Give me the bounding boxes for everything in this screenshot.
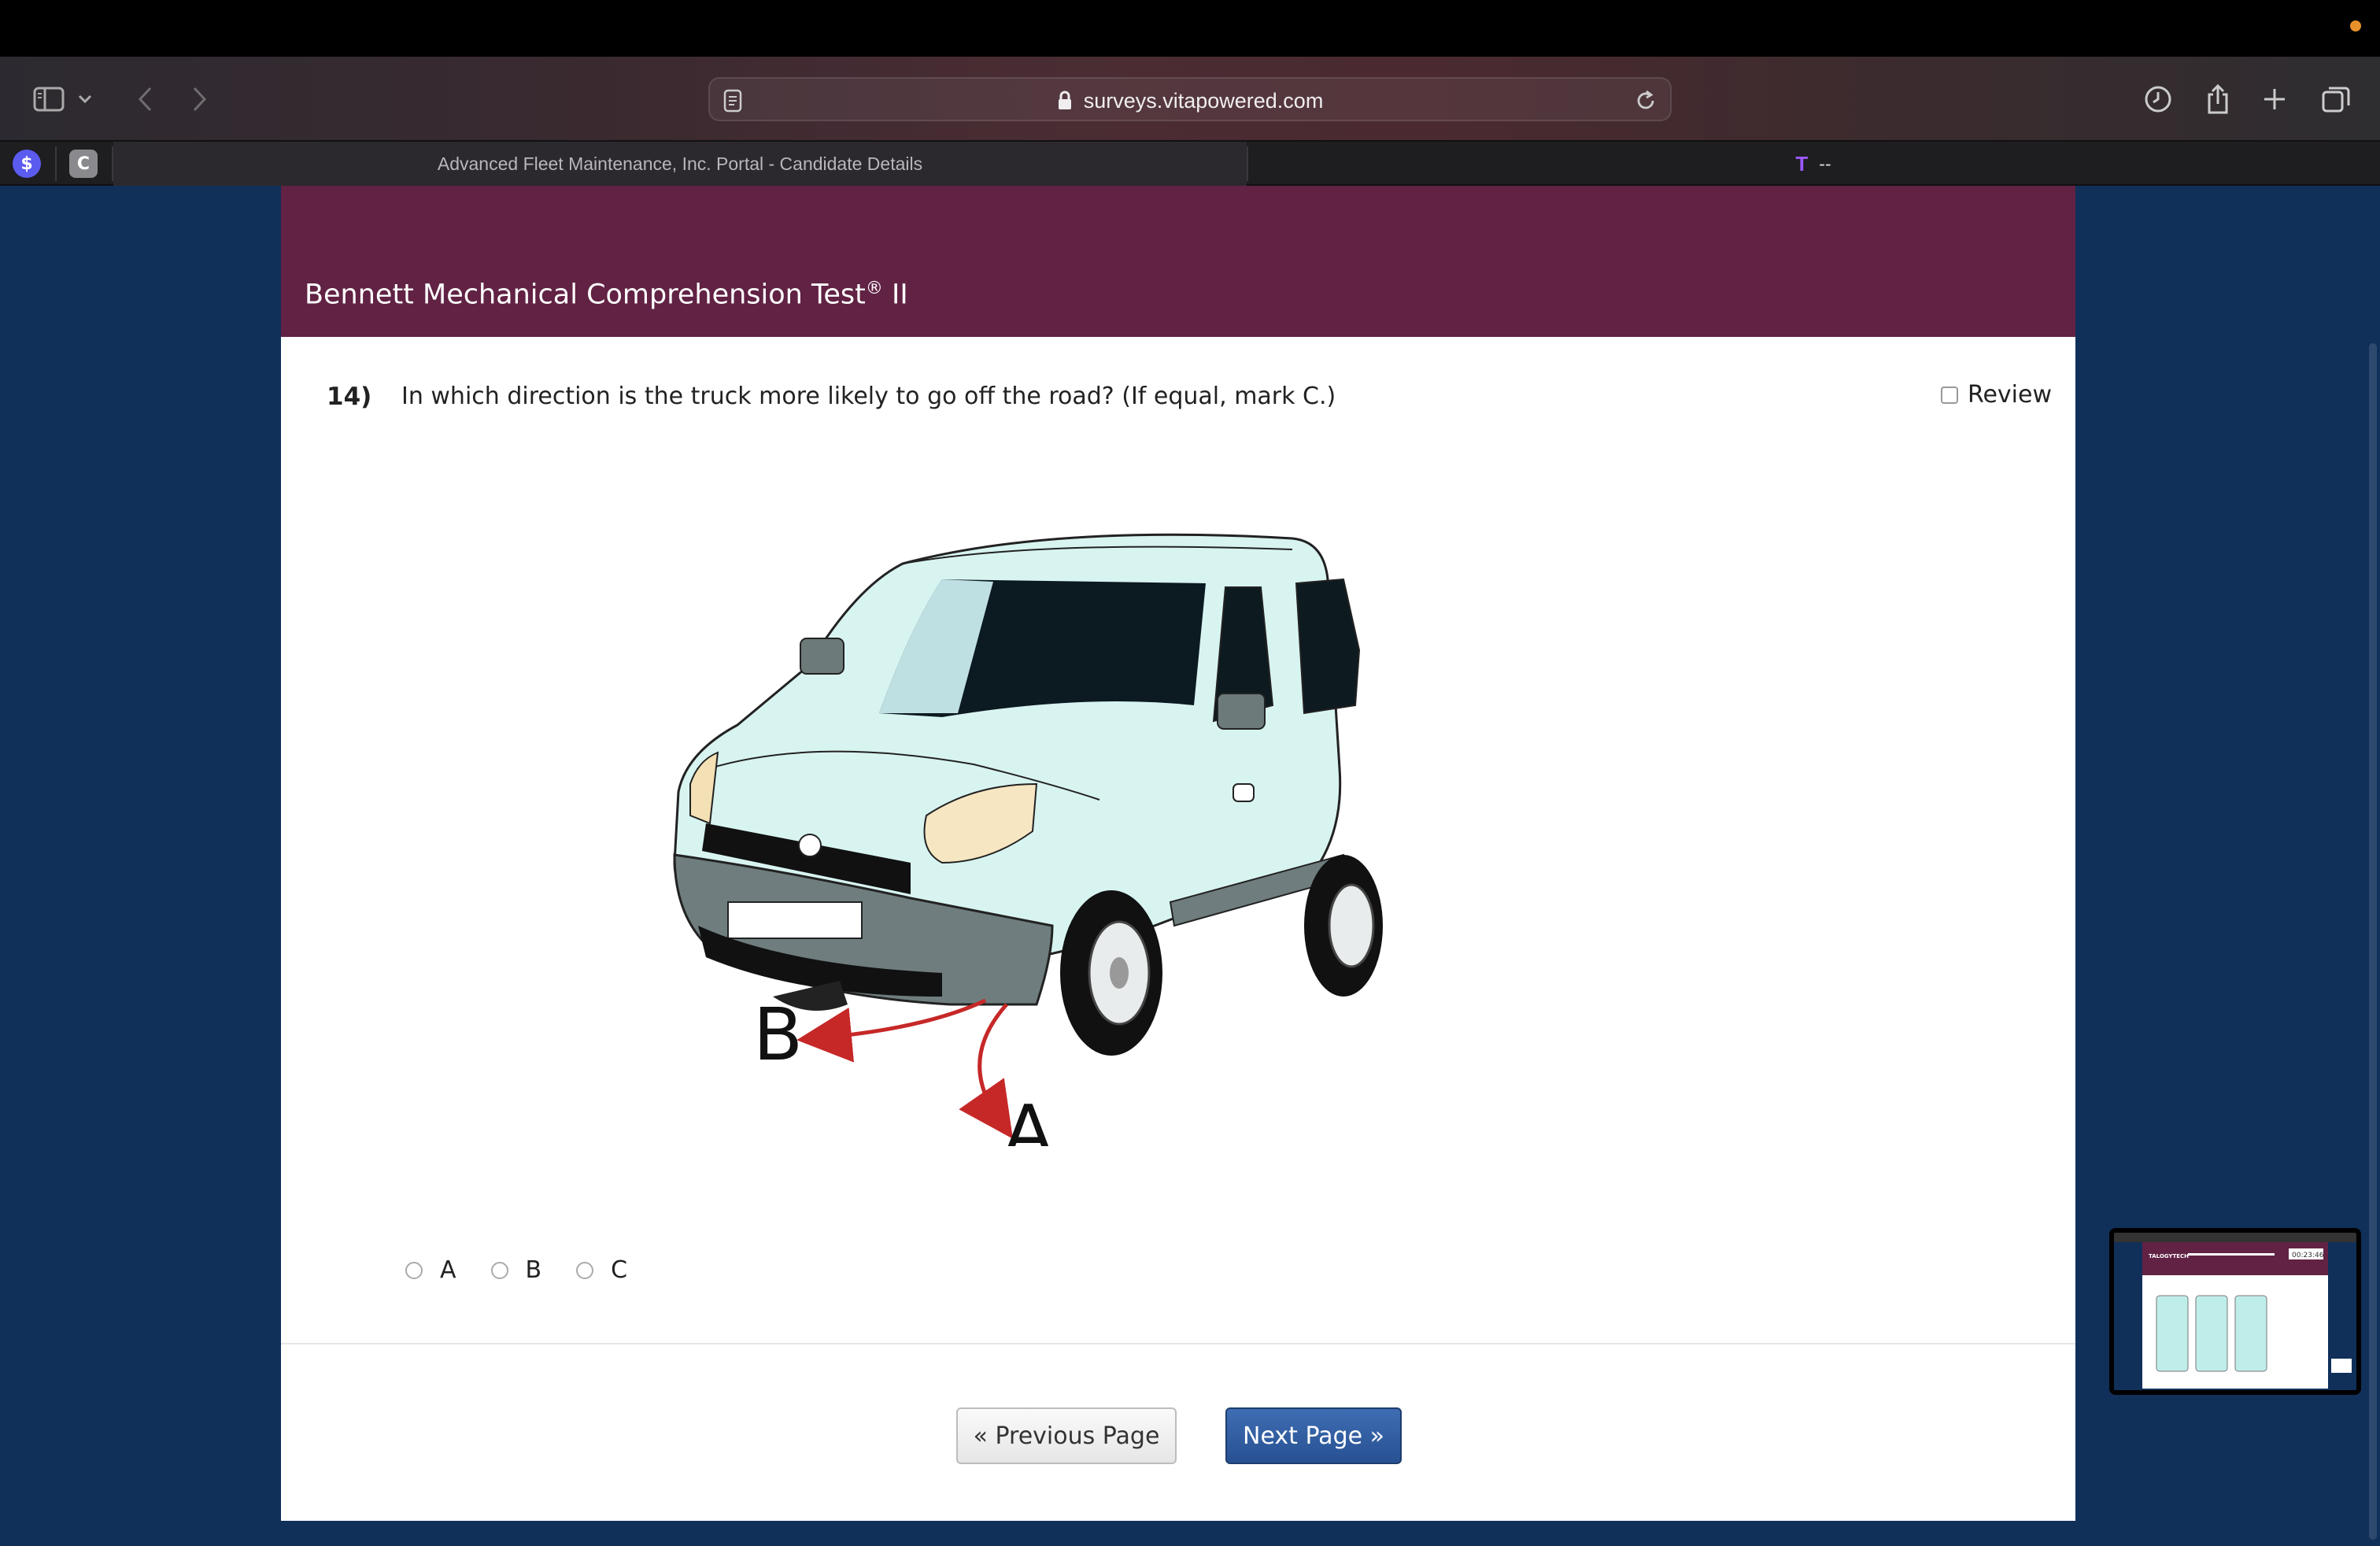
tab-assessment[interactable]: T -- xyxy=(1248,142,2378,186)
browser-toolbar: surveys.vitapowered.com xyxy=(0,57,2380,140)
sidebar-toggle-icon[interactable] xyxy=(27,79,71,120)
url-display[interactable]: surveys.vitapowered.com xyxy=(710,79,1670,123)
previous-page-button[interactable]: « Previous Page xyxy=(956,1407,1177,1464)
tab-label: Advanced Fleet Maintenance, Inc. Portal … xyxy=(437,153,923,174)
radio-button[interactable] xyxy=(405,1261,423,1279)
arrow-a xyxy=(959,1003,1013,1139)
menu-bar xyxy=(0,0,2380,57)
reload-icon[interactable] xyxy=(1634,88,1658,117)
radio-button[interactable] xyxy=(576,1261,594,1279)
option-c[interactable]: C xyxy=(576,1256,627,1284)
divider xyxy=(281,1343,2075,1344)
page-viewport: Bennett Mechanical Comprehension Test® I… xyxy=(0,186,2380,1546)
checkbox-box[interactable] xyxy=(1940,386,1958,404)
option-b[interactable]: B xyxy=(490,1256,542,1284)
url-text: surveys.vitapowered.com xyxy=(1083,88,1324,113)
test-banner: Bennett Mechanical Comprehension Test® I… xyxy=(281,186,2075,337)
address-bar[interactable]: surveys.vitapowered.com xyxy=(708,77,1672,121)
tab-separator xyxy=(55,146,57,181)
history-icon[interactable] xyxy=(2136,79,2180,120)
pip-preview[interactable]: TALOGYTECH 00:23:46 xyxy=(2109,1228,2361,1395)
recording-indicator-icon xyxy=(2350,20,2361,31)
next-page-button[interactable]: Next Page » xyxy=(1225,1407,1402,1464)
pinned-tab-c[interactable]: C xyxy=(69,150,98,178)
back-icon[interactable] xyxy=(123,79,167,120)
title-text: Bennett Mechanical Comprehension Test xyxy=(305,279,866,311)
pinned-tab-dollar[interactable]: $ xyxy=(13,150,41,178)
answer-options: A B C xyxy=(405,1256,627,1284)
tab-label: -- xyxy=(1819,153,1831,174)
option-a[interactable]: A xyxy=(405,1256,456,1284)
option-label: A xyxy=(440,1256,456,1284)
option-label: B xyxy=(525,1256,542,1284)
page-title: Bennett Mechanical Comprehension Test® I… xyxy=(305,279,908,311)
tab-bar: $ C Advanced Fleet Maintenance, Inc. Por… xyxy=(0,140,2380,186)
scrollbar[interactable] xyxy=(2369,343,2377,1540)
tab-overview-icon[interactable] xyxy=(2314,79,2358,120)
question-number: 14) xyxy=(327,383,372,411)
radio-button[interactable] xyxy=(490,1261,508,1279)
truck-figure: B A xyxy=(438,453,1540,1174)
truck-illustration: B A xyxy=(673,533,1383,1174)
forward-icon[interactable] xyxy=(178,79,222,120)
arrow-b xyxy=(796,998,987,1063)
lock-icon xyxy=(1058,91,1071,109)
question-text: In which direction is the truck more lik… xyxy=(401,383,1336,410)
figure-label-b: B xyxy=(753,993,803,1077)
option-label: C xyxy=(611,1256,628,1284)
pip-thumbnail: TALOGYTECH 00:23:46 xyxy=(2114,1233,2356,1390)
new-tab-icon[interactable] xyxy=(2252,79,2297,120)
review-label: Review xyxy=(1967,381,2052,409)
review-checkbox[interactable]: Review xyxy=(1940,381,2052,409)
survey-card: Bennett Mechanical Comprehension Test® I… xyxy=(281,186,2075,1521)
pip-timer: 00:23:46 xyxy=(2292,1252,2324,1259)
chevron-down-icon[interactable] xyxy=(69,79,101,120)
figure-label-a: A xyxy=(1003,1089,1053,1146)
dollar-icon: $ xyxy=(20,153,33,174)
talogy-icon: T xyxy=(1795,151,1809,176)
c-icon: C xyxy=(76,153,91,174)
pip-logo: TALOGYTECH xyxy=(2149,1253,2189,1259)
title-registered-mark: ® xyxy=(865,279,883,298)
title-suffix: II xyxy=(882,279,908,311)
share-icon[interactable] xyxy=(2196,79,2240,120)
tab-candidate-details[interactable]: Advanced Fleet Maintenance, Inc. Portal … xyxy=(113,142,1247,186)
